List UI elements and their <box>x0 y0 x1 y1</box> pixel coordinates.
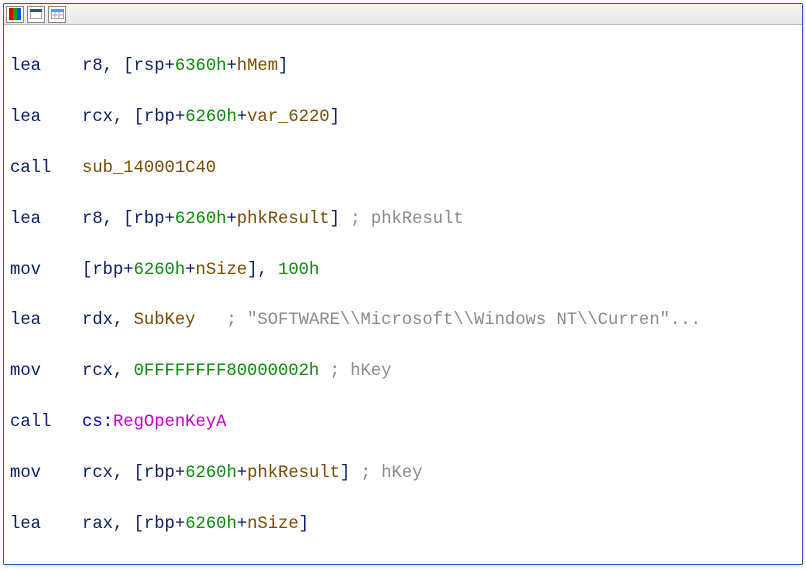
mnemonic: lea <box>10 207 82 232</box>
mnemonic: lea <box>10 54 82 79</box>
comment: ; hKey <box>319 362 391 381</box>
mnemonic: mov <box>10 359 82 384</box>
toolbar <box>4 4 802 25</box>
asm-line: movrcx, 0FFFFFFFF80000002h ; hKey <box>10 359 796 384</box>
asm-line: callsub_140001C40 <box>10 156 796 181</box>
asm-line: lear8, [rsp+6360h+hMem] <box>10 54 796 79</box>
mnemonic: call <box>10 410 82 435</box>
asm-line: callcs:RegOpenKeyA <box>10 410 796 435</box>
mnemonic: mov <box>10 563 82 564</box>
mnemonic: mov <box>10 461 82 486</box>
mnemonic: lea <box>10 105 82 130</box>
comment: ; hKey <box>350 464 422 483</box>
mnemonic: mov <box>10 258 82 283</box>
window-button[interactable] <box>27 6 45 23</box>
palette-icon <box>9 8 21 20</box>
mnemonic: lea <box>10 308 82 333</box>
palette-button[interactable] <box>6 6 24 23</box>
mnemonic: lea <box>10 512 82 537</box>
asm-line: learax, [rbp+6260h+nSize] <box>10 512 796 537</box>
asm-line: mov[rbp+6260h+nSize], 100h <box>10 258 796 283</box>
comment: ; <box>195 311 247 330</box>
disassembly-window: lear8, [rsp+6360h+hMem] learcx, [rbp+626… <box>3 3 803 565</box>
asm-line: lear8, [rbp+6260h+phkResult] ; phkResult <box>10 207 796 232</box>
comment: ; phkResult <box>340 210 464 229</box>
asm-line: leardx, SubKey ; "SOFTWARE\\Microsoft\\W… <box>10 308 796 333</box>
asm-line: learcx, [rbp+6260h+var_6220] <box>10 105 796 130</box>
mnemonic: call <box>10 156 82 181</box>
api-name: RegOpenKeyA <box>113 413 226 432</box>
string-literal: "SOFTWARE\\Microsoft\\Windows NT\\Curren… <box>247 311 670 330</box>
grid-button[interactable] <box>48 6 66 23</box>
calendar-icon <box>51 9 64 19</box>
disassembly-listing[interactable]: lear8, [rsp+6360h+hMem] learcx, [rbp+626… <box>4 25 802 564</box>
asm-line: movqword ptr [rsp+6360h+dwService], rax … <box>10 563 796 564</box>
window-icon <box>30 9 42 19</box>
asm-line: movrcx, [rbp+6260h+phkResult] ; hKey <box>10 461 796 486</box>
